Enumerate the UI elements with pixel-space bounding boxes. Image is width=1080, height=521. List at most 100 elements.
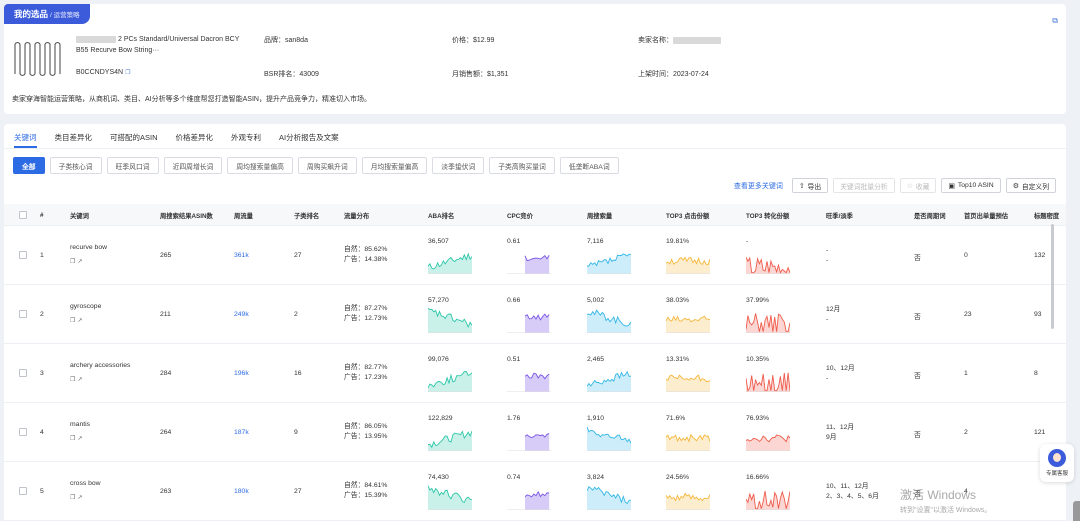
- search-trend-chart: [587, 253, 631, 274]
- cpc-trend-chart: [507, 313, 551, 333]
- external-link-icon[interactable]: ↗: [77, 318, 84, 324]
- tab-ai-report[interactable]: AI分析报告及文案: [279, 132, 339, 148]
- col-weekly-search[interactable]: 周搜索量: [587, 204, 612, 226]
- tab-price[interactable]: 价格差异化: [176, 132, 214, 148]
- table-row[interactable]: 4 mantis ❐↗ 264 187k 9 自然：86.05% 广告：13.95% 122,8…: [4, 403, 1066, 462]
- vertical-scrollbar[interactable]: [1051, 224, 1054, 329]
- row-asin-count: 265: [160, 252, 172, 259]
- service-label: 专属客服: [1045, 471, 1068, 477]
- row-checkbox[interactable]: [19, 369, 27, 377]
- row-keyword[interactable]: mantis: [70, 421, 90, 428]
- cpc-trend-chart: [507, 490, 551, 510]
- row-traffic-distribution: 自然：86.05% 广告：13.95%: [344, 423, 388, 440]
- row-weekly-traffic[interactable]: 361k: [234, 252, 249, 259]
- col-subcategory-rank[interactable]: 子类排名: [294, 204, 319, 226]
- row-keyword[interactable]: archery accessories: [70, 362, 130, 369]
- aba-trend-chart: [428, 485, 472, 510]
- row-weekly-traffic[interactable]: 196k: [234, 370, 249, 377]
- tab-patent[interactable]: 外观专利: [231, 132, 261, 148]
- chip-peak[interactable]: 旺季风口词: [106, 157, 159, 174]
- row-index: 1: [40, 252, 44, 259]
- col-cyclic: 是否周期词: [914, 212, 946, 220]
- col-title-density[interactable]: 标题密度: [1034, 204, 1059, 226]
- customer-service-widget[interactable]: 专属客服: [1040, 444, 1074, 482]
- row-weekly-traffic[interactable]: 187k: [234, 429, 249, 436]
- link-icon[interactable]: ⧉: [1052, 16, 1058, 26]
- col-top3-conversion[interactable]: TOP3 转化份额: [746, 204, 789, 226]
- star-icon: ☆: [906, 182, 913, 190]
- more-keywords-link[interactable]: 查看更多关键词: [734, 181, 783, 191]
- row-actions: ❐↗: [70, 317, 84, 324]
- chip-monthly-high[interactable]: 月均搜索量偏高: [361, 157, 428, 174]
- click-share-chart: [666, 315, 710, 333]
- external-link-icon[interactable]: ↗: [77, 495, 84, 501]
- row-top3-conversion: -: [746, 238, 749, 245]
- chip-all[interactable]: 全部: [13, 157, 45, 174]
- row-subcategory-rank: 9: [294, 429, 298, 436]
- chip-growth[interactable]: 近四周增长词: [163, 157, 223, 174]
- chip-off-season[interactable]: 淡季蛰伏词: [432, 157, 485, 174]
- row-weekly-traffic[interactable]: 180k: [234, 488, 249, 495]
- badge-subtitle: / 运营策略: [50, 12, 80, 19]
- cpc-trend-chart: [507, 433, 551, 451]
- row-checkbox[interactable]: [19, 487, 27, 495]
- toolbar: 查看更多关键词 ⇧ 导出 关键词批量分析 ☆ 收藏 ▣ Top10 ASIN ⚙ 自定义…: [734, 178, 1056, 193]
- row-keyword[interactable]: recurve bow: [70, 244, 107, 251]
- row-season: 10、12月 -: [826, 365, 855, 382]
- col-weekly-traffic[interactable]: 周流量: [234, 204, 253, 226]
- tab-category[interactable]: 类目差异化: [55, 132, 93, 148]
- favorite-button[interactable]: ☆ 收藏: [899, 178, 937, 193]
- click-share-chart: [666, 374, 710, 392]
- col-season: 旺季/淡季: [826, 212, 853, 220]
- aba-trend-chart: [428, 307, 472, 333]
- row-asin-count: 264: [160, 429, 172, 436]
- row-checkbox[interactable]: [19, 251, 27, 259]
- table-row[interactable]: 1 recurve bow ❐↗ 265 361k 27 自然：85.62% 广告：14.38…: [4, 226, 1066, 285]
- row-season: 10、11、12月 2、3、4、5、6月: [826, 483, 879, 500]
- table-row[interactable]: 3 archery accessories ❐↗ 284 196k 16 自然：82.77%…: [4, 344, 1066, 403]
- row-weekly-search: 2,465: [587, 356, 605, 363]
- row-checkbox[interactable]: [19, 428, 27, 436]
- external-link-icon[interactable]: ↗: [77, 377, 84, 383]
- top10-asin-button[interactable]: ▣ Top10 ASIN: [941, 178, 1001, 193]
- row-weekly-traffic[interactable]: 249k: [234, 311, 249, 318]
- seller-name-redacted: [673, 36, 721, 44]
- copy-icon[interactable]: ❐: [125, 70, 130, 76]
- row-title-density: 93: [1034, 311, 1042, 318]
- export-button[interactable]: ⇧ 导出: [791, 178, 829, 193]
- row-actions: ❐↗: [70, 258, 84, 265]
- click-share-chart: [666, 433, 710, 451]
- chip-weekly-high[interactable]: 周均搜索量偏高: [227, 157, 293, 174]
- export-icon: ⇧: [798, 182, 805, 190]
- chip-low-monopoly[interactable]: 低垄断ABA词: [559, 157, 619, 174]
- col-homepage-orders[interactable]: 首页出单量预估: [964, 204, 1008, 226]
- tab-matching-asin[interactable]: 可搭配的ASIN: [110, 132, 158, 148]
- col-asin-count[interactable]: 周搜索结果ASIN数: [160, 204, 213, 226]
- custom-columns-button[interactable]: ⚙ 自定义列: [1005, 178, 1056, 193]
- page-scrollbar[interactable]: [1073, 501, 1080, 521]
- col-aba-rank[interactable]: ABA排名: [428, 204, 454, 226]
- row-aba-rank: 36,507: [428, 238, 449, 245]
- row-keyword[interactable]: gyroscope: [70, 303, 101, 310]
- chip-high-purchase[interactable]: 子类高购买量词: [489, 157, 555, 174]
- external-link-icon[interactable]: ↗: [77, 436, 84, 442]
- seller-info: 卖家名称：: [638, 35, 721, 45]
- filter-chips: 全部 子类核心词 旺季风口词 近四周增长词 周均搜索量偏高 周购买飙升词 月均搜…: [13, 157, 619, 174]
- select-all-checkbox[interactable]: [19, 211, 27, 219]
- batch-analysis-button[interactable]: 关键词批量分析: [833, 178, 895, 193]
- tab-keywords[interactable]: 关键词: [14, 132, 37, 148]
- row-subcategory-rank: 2: [294, 311, 298, 318]
- table-row[interactable]: 2 gyroscope ❐↗ 211 249k 2 自然：87.27% 广告：12.73% 57…: [4, 285, 1066, 344]
- row-index: 4: [40, 429, 44, 436]
- row-traffic-distribution: 自然：85.62% 广告：14.38%: [344, 246, 388, 263]
- product-asin[interactable]: B0CCNDYS4N ❐: [76, 69, 130, 76]
- product-name[interactable]: 2 PCs Standard/Universal Dacron BCY B55 …: [76, 34, 241, 56]
- col-top3-click[interactable]: TOP3 点击份额: [666, 204, 709, 226]
- chip-core[interactable]: 子类核心词: [49, 157, 102, 174]
- col-traffic-distribution: 流量分布: [344, 212, 370, 220]
- external-link-icon[interactable]: ↗: [77, 259, 84, 265]
- col-cpc[interactable]: CPC竞价: [507, 204, 533, 226]
- chip-weekly-surge[interactable]: 周购买飙升词: [297, 157, 357, 174]
- row-checkbox[interactable]: [19, 310, 27, 318]
- row-keyword[interactable]: cross bow: [70, 480, 101, 487]
